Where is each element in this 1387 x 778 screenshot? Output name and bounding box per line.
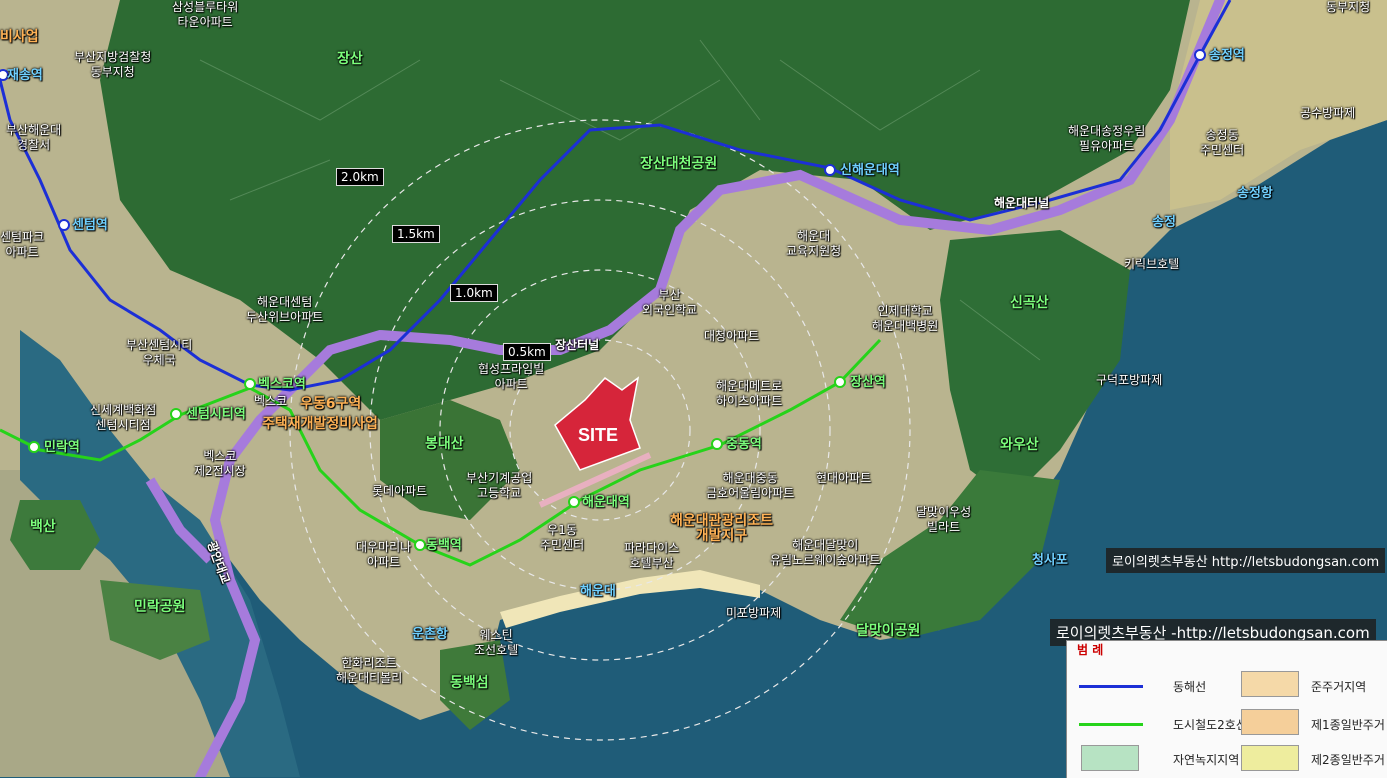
label-songjeong: 송정: [1152, 215, 1176, 230]
label-jangsan: 장산: [337, 51, 363, 67]
legend-line-donghae: [1079, 685, 1143, 688]
label-paik-hospital: 인제대학교 해운대백병원: [872, 304, 939, 333]
station-dot-minrak: [28, 441, 40, 453]
label-lotte-apt: 롯데아파트: [372, 484, 428, 498]
station-dot-centumcity: [170, 408, 182, 420]
label-sinhaeundae-station: 신해운대역: [840, 163, 900, 178]
distance-tag-1-5km: 1.5km: [392, 225, 440, 243]
label-police-branch: 부산지방검찰청 동부지청: [74, 50, 152, 79]
label-daecheong-apt: 대청아파트: [704, 329, 760, 343]
label-machinery-school: 부산기계공업 고등학교: [466, 471, 533, 500]
distance-tag-0-5km: 0.5km: [503, 343, 551, 361]
label-centum-post: 부산센텀시티 우체국: [126, 338, 193, 367]
label-edu-office: 해운대 교육지원청: [786, 229, 842, 258]
label-foreign-school: 부산 외국인학교: [642, 288, 698, 317]
label-shinsegae: 신세계백화점 센텀시티점: [90, 403, 157, 432]
label-westin: 웨스틴 조선호텔: [474, 628, 519, 657]
station-dot-jungdong: [711, 438, 723, 450]
label-haeundae-tunnel: 해운대터널: [994, 196, 1050, 210]
label-air-force: 공수방파제: [1300, 106, 1356, 120]
label-hanwha: 한화리조트 해운대티볼리: [336, 656, 403, 685]
map-legend: 범 례 동해선 도시철도2호선 자연녹지지역 준주거지역 제1종일반주거 제2종…: [1066, 640, 1387, 778]
label-metro-apt: 해운대메트로 하이츠아파트: [716, 379, 783, 408]
station-dot-sinhaeundae: [824, 164, 836, 176]
label-top-center: 삼성블루타워 타운아파트: [172, 0, 239, 29]
label-minrak-station: 민락역: [44, 440, 80, 455]
station-dot-centum: [58, 219, 70, 231]
label-geumho-apt: 해운대중동 금호어울림아파트: [706, 471, 795, 500]
label-jangsan-tunnel: 장산터널: [555, 338, 600, 352]
station-dot-dongbaek: [414, 539, 426, 551]
label-udong-area: 우동6구역: [300, 396, 362, 412]
label-jangsan-station: 장산역: [850, 375, 886, 390]
label-haeundae-centum: 해운대센텀 두산위브아파트: [246, 295, 324, 324]
label-dongbaek-station: 동백역: [426, 538, 462, 553]
legend-swatch-nature: [1081, 745, 1139, 771]
legend-swatch-res2: [1241, 745, 1299, 771]
label-kirik-hotel: 키릭브호텔: [1124, 257, 1180, 271]
label-haeundae: 해운대: [580, 584, 616, 599]
legend-line-metro2: [1079, 723, 1143, 726]
distance-tag-1km: 1.0km: [450, 284, 498, 302]
label-cheongsapo: 청사포: [1032, 553, 1068, 568]
legend-label-metro2: 도시철도2호선: [1173, 718, 1247, 732]
label-redevelopment: 주택재개발정비사업: [262, 416, 378, 432]
label-unchon-port: 운촌항: [412, 627, 448, 642]
station-dot-songjeong: [1194, 49, 1206, 61]
label-resort-zone: 해운대관광리조트 개발지구: [670, 513, 774, 544]
label-wausan: 와우산: [1000, 437, 1039, 453]
label-songjeong-center: 송정동 주민센터: [1200, 128, 1245, 157]
label-jungdong-station: 중동역: [726, 437, 762, 452]
legend-label-res2: 제2종일반주거: [1311, 753, 1385, 767]
station-dot-haeundae: [568, 496, 580, 508]
label-bexco-station: 벡스코역: [258, 377, 306, 392]
label-hyundai-apt: 현대아파트: [816, 471, 872, 485]
label-guduk-breakwater: 구덕포방파제: [1096, 373, 1163, 387]
label-singoksan: 신곡산: [1010, 295, 1049, 311]
label-haeundae-station: 해운대역: [582, 495, 630, 510]
legend-label-donghae: 동해선: [1173, 680, 1207, 694]
legend-label-res1: 제1종일반주거: [1311, 718, 1385, 732]
label-daewoo-marina: 대우마리나 아파트: [356, 540, 412, 569]
legend-swatch-semi-res: [1241, 671, 1299, 697]
label-mipo: 미포방파제: [726, 606, 782, 620]
legend-title: 범 례: [1077, 643, 1104, 657]
label-biz-top: 비사업: [0, 29, 39, 45]
label-bongdaesan: 봉대산: [425, 436, 464, 452]
legend-swatch-res1: [1241, 709, 1299, 735]
legend-label-semi-res: 준주거지역: [1311, 680, 1367, 694]
label-jaesong-station: 재송역: [7, 68, 43, 83]
label-songjeong-station: 송정역: [1209, 48, 1245, 63]
label-bexco2: 벡스코 제2전시장: [194, 449, 246, 478]
label-dongbaekseom: 동백섬: [450, 675, 489, 691]
label-top-right: 동부지청: [1326, 0, 1371, 14]
label-centumcity-station: 센텀시티역: [186, 407, 246, 422]
label-dalmaji-apt: 해운대달맞이 유림노르웨이숲아파트: [770, 538, 881, 567]
distance-tag-2km: 2.0km: [336, 168, 384, 186]
station-dot-bexco: [244, 378, 256, 390]
label-udong-center: 우1동 주민센터: [540, 523, 585, 552]
label-songjeong-port: 송정항: [1237, 186, 1273, 201]
station-dot-jangsan: [834, 376, 846, 388]
label-hyupsung-apt: 협성프라임빌 아파트: [478, 362, 545, 391]
label-minrak-park: 민락공원: [134, 599, 186, 615]
label-dalmaji-park: 달맞이공원: [856, 623, 921, 639]
legend-label-nature: 자연녹지지역: [1173, 753, 1240, 767]
label-bexco: 벡스코: [254, 394, 288, 408]
label-jangsan-daecheon-park: 장산대천공원: [640, 156, 718, 172]
label-police-station: 부산해운대 경찰서: [6, 123, 62, 152]
label-paradise-hotel: 파라다이스 호텔부산: [624, 541, 680, 570]
label-songjeong-woorim: 해운대송정우림 필유아파트: [1068, 124, 1146, 153]
label-baeksan: 백산: [30, 519, 56, 535]
watermark-top: 로이의렛츠부동산 http://letsbudongsan.com: [1106, 548, 1386, 573]
label-centum-park-apt: 센텀파크 아파트: [0, 230, 45, 259]
label-dalmaji-villa: 달맞이우성 빌라트: [916, 505, 972, 534]
site-label: SITE: [578, 425, 619, 445]
label-centum-station: 센텀역: [72, 218, 108, 233]
